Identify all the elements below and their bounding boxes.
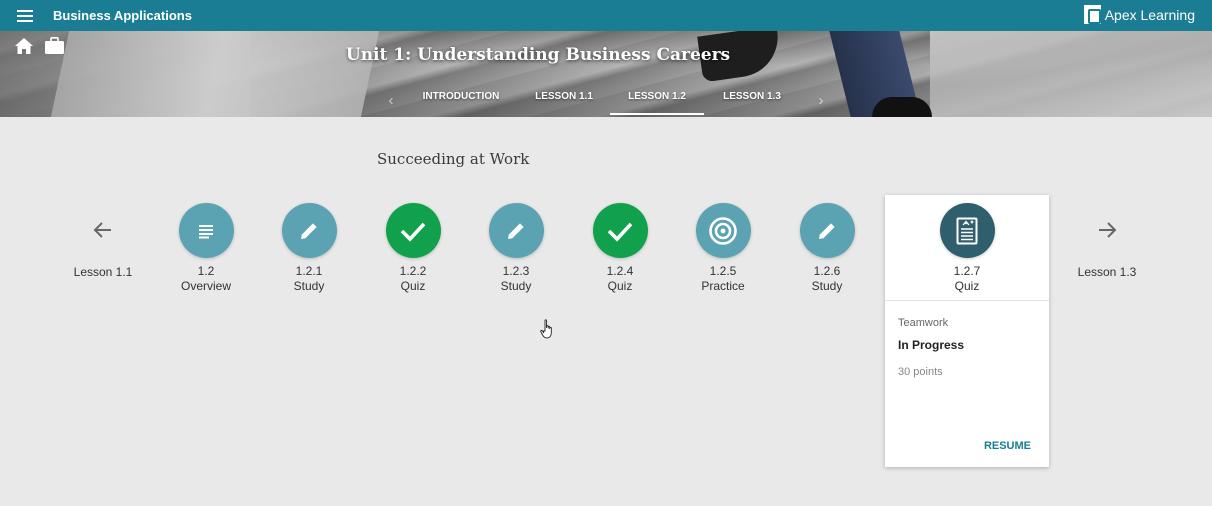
chevron-right-icon[interactable]: › xyxy=(814,92,828,110)
top-app-bar: Business Applications Apex Learning xyxy=(0,0,1212,31)
step-number: 1.2.3 xyxy=(502,264,530,278)
pencil-icon xyxy=(281,203,337,258)
chevron-left-icon[interactable]: ‹ xyxy=(384,92,398,110)
app-title: Business Applications xyxy=(53,8,192,23)
tab-lesson-1-3[interactable]: LESSON 1.3 xyxy=(712,86,792,116)
lesson-tabs: ‹ INTRODUCTION LESSON 1.1 LESSON 1.2 LES… xyxy=(0,86,1212,116)
target-icon xyxy=(695,203,751,258)
step-type: Quiz xyxy=(954,279,980,293)
card-divider xyxy=(885,300,1049,301)
activity-points: 30 points xyxy=(898,366,943,378)
step-study-1-2-1[interactable]: 1.2.1 Study xyxy=(264,203,354,294)
step-study-1-2-3[interactable]: 1.2.3 Study xyxy=(471,203,561,294)
tab-introduction[interactable]: INTRODUCTION xyxy=(412,86,510,116)
checkmark-icon xyxy=(592,203,648,258)
tab-lesson-1-1[interactable]: LESSON 1.1 xyxy=(522,86,606,116)
step-type: Overview xyxy=(180,279,231,293)
apex-logo-icon xyxy=(1083,5,1101,24)
checkmark-icon xyxy=(385,203,441,258)
next-lesson-link[interactable]: Lesson 1.3 xyxy=(1062,265,1152,279)
pencil-icon xyxy=(799,203,855,258)
arrow-right-icon[interactable] xyxy=(1095,218,1119,242)
activity-status: In Progress xyxy=(898,338,965,352)
tab-lesson-1-2[interactable]: LESSON 1.2 xyxy=(610,86,704,115)
step-type: Quiz xyxy=(400,279,426,293)
step-number: 1.2.4 xyxy=(606,264,634,278)
quiz-sheet-icon xyxy=(939,203,995,258)
step-type: Study xyxy=(293,279,325,293)
lesson-title: Succeeding at Work xyxy=(377,150,530,168)
resume-button[interactable]: RESUME xyxy=(984,440,1031,452)
brand-name: Apex Learning xyxy=(1104,6,1195,23)
step-quiz-1-2-2[interactable]: 1.2.2 Quiz xyxy=(368,203,458,294)
step-type: Practice xyxy=(701,279,745,293)
step-type: Study xyxy=(500,279,532,293)
step-quiz-1-2-4[interactable]: 1.2.4 Quiz xyxy=(575,203,665,294)
step-number: 1.2 xyxy=(197,264,215,278)
step-number: 1.2.1 xyxy=(295,264,323,278)
previous-lesson-link[interactable]: Lesson 1.1 xyxy=(58,265,148,279)
step-type: Study xyxy=(811,279,843,293)
step-type: Quiz xyxy=(607,279,633,293)
step-practice-1-2-5[interactable]: 1.2.5 Practice xyxy=(678,203,768,294)
step-quiz-1-2-7[interactable]: 1.2.7 Quiz xyxy=(922,203,1012,294)
arrow-left-icon[interactable] xyxy=(91,218,115,242)
brand-logo: Apex Learning xyxy=(1083,5,1195,24)
step-number: 1.2.7 xyxy=(953,264,981,278)
hamburger-menu-icon[interactable] xyxy=(17,9,33,22)
step-overview[interactable]: 1.2 Overview xyxy=(161,203,251,294)
pencil-icon xyxy=(488,203,544,258)
step-number: 1.2.5 xyxy=(709,264,737,278)
activity-topic: Teamwork xyxy=(898,317,949,329)
current-activity-card: 1.2.7 Quiz Teamwork In Progress 30 point… xyxy=(885,195,1049,467)
hand-cursor-icon xyxy=(540,319,554,339)
step-study-1-2-6[interactable]: 1.2.6 Study xyxy=(782,203,872,294)
overview-list-icon xyxy=(178,203,234,258)
step-number: 1.2.2 xyxy=(399,264,427,278)
step-number: 1.2.6 xyxy=(813,264,841,278)
unit-title: Unit 1: Understanding Business Careers xyxy=(345,45,731,65)
